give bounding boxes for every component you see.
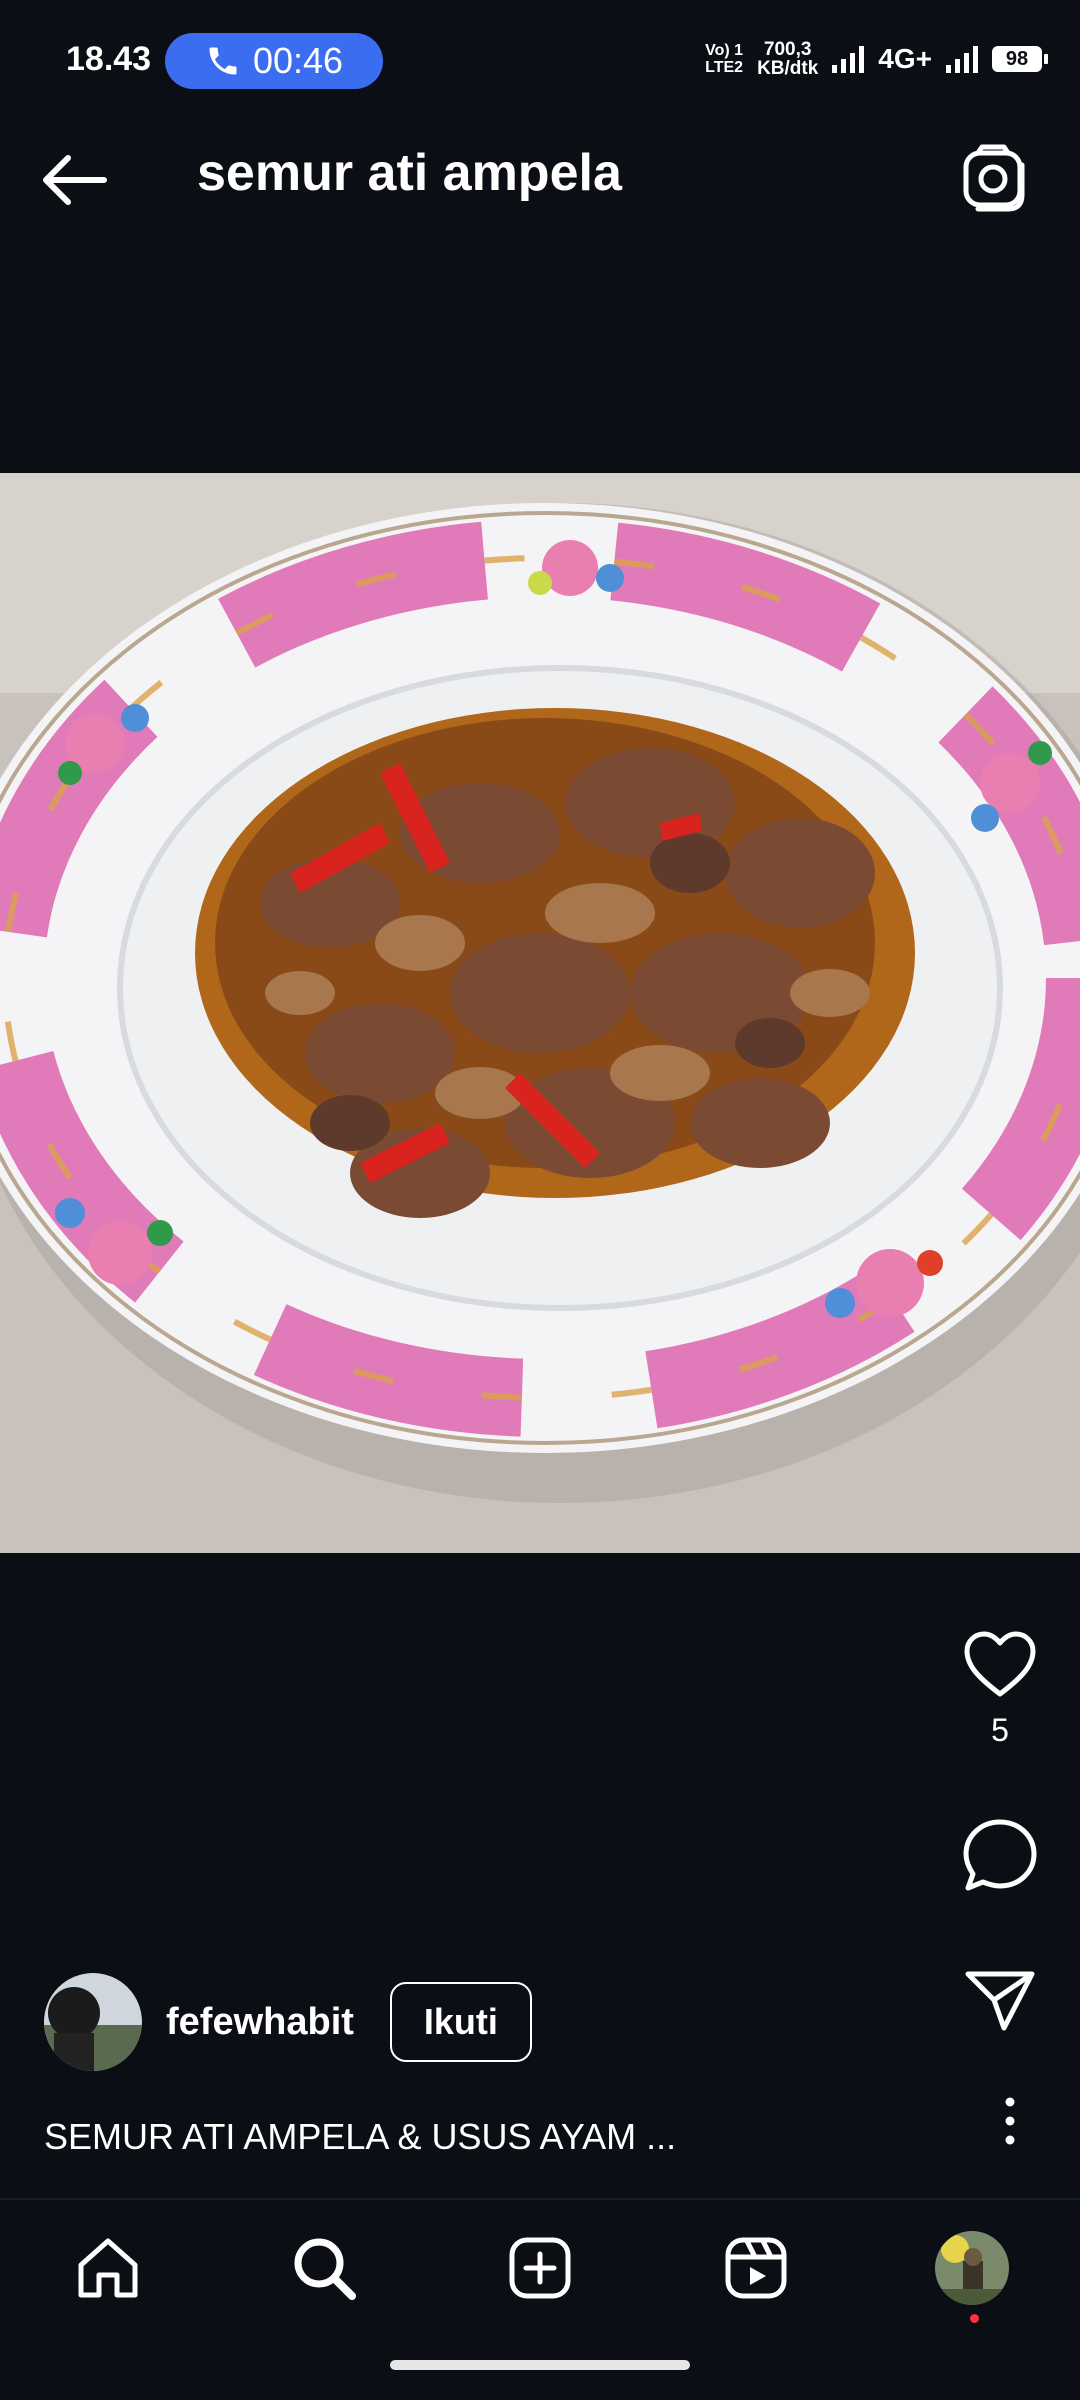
signal-strength-icon — [832, 46, 865, 73]
follow-button[interactable]: Ikuti — [389, 1982, 532, 2062]
network-type: 4G+ — [878, 43, 932, 74]
status-bar: 18.43 00:46 Vo) 1 LTE2 700,3 KB/dtk 4G+ … — [0, 0, 1080, 95]
camera-button[interactable] — [960, 143, 1030, 213]
battery-icon: 98 — [992, 46, 1048, 72]
like-action: 5 — [960, 1630, 1040, 1749]
heart-icon[interactable] — [963, 1630, 1037, 1698]
nav-create[interactable] — [502, 2230, 578, 2306]
post-author: fefewhabit Ikuti — [44, 1973, 532, 2071]
nav-search[interactable] — [286, 2230, 362, 2306]
signal-strength-icon-2 — [946, 46, 978, 73]
call-timer: 00:46 — [252, 40, 344, 81]
search-icon — [294, 2238, 356, 2300]
post-image[interactable] — [0, 473, 1080, 1553]
nav-home[interactable] — [70, 2230, 146, 2306]
camera-icon — [963, 144, 1025, 212]
phone-icon — [209, 47, 237, 75]
profile-avatar — [935, 2231, 1009, 2305]
page-title: semur ati ampela — [197, 144, 622, 202]
status-time: 18.43 — [66, 40, 152, 78]
nav-reels[interactable] — [718, 2230, 794, 2306]
arrow-left-icon — [43, 155, 107, 205]
more-options-button[interactable] — [1000, 2096, 1020, 2146]
more-vertical-icon — [1005, 2097, 1015, 2145]
comment-action[interactable] — [960, 1818, 1040, 1894]
avatar[interactable] — [44, 1973, 142, 2071]
food-plate-illustration — [0, 473, 1080, 1553]
back-button[interactable] — [40, 150, 110, 210]
volte-indicator: Vo) 1 LTE2 — [705, 42, 744, 76]
like-count: 5 — [991, 1712, 1009, 1748]
nav-profile[interactable] — [934, 2230, 1010, 2306]
username[interactable]: fefewhabit — [166, 2001, 354, 2044]
share-action[interactable] — [960, 1968, 1040, 2032]
reels-icon — [725, 2237, 787, 2299]
send-icon — [965, 1971, 1035, 2031]
notification-dot — [970, 2314, 979, 2323]
avatar-image — [44, 1973, 142, 2071]
ongoing-call-pill[interactable]: 00:46 — [165, 33, 383, 89]
home-indicator[interactable] — [390, 2360, 690, 2370]
network-speed: 700,3 KB/dtk — [757, 39, 819, 79]
profile-avatar-image — [935, 2231, 1009, 2305]
bottom-nav — [0, 2200, 1080, 2335]
comment-icon — [963, 1819, 1037, 1891]
post-caption[interactable]: SEMUR ATI AMPELA & USUS AYAM ... — [44, 2116, 676, 2158]
page-header: semur ati ampela — [0, 95, 1080, 245]
home-icon — [78, 2238, 138, 2298]
status-icons: Vo) 1 LTE2 700,3 KB/dtk 4G+ 98 — [705, 39, 1048, 79]
create-icon — [509, 2237, 571, 2299]
